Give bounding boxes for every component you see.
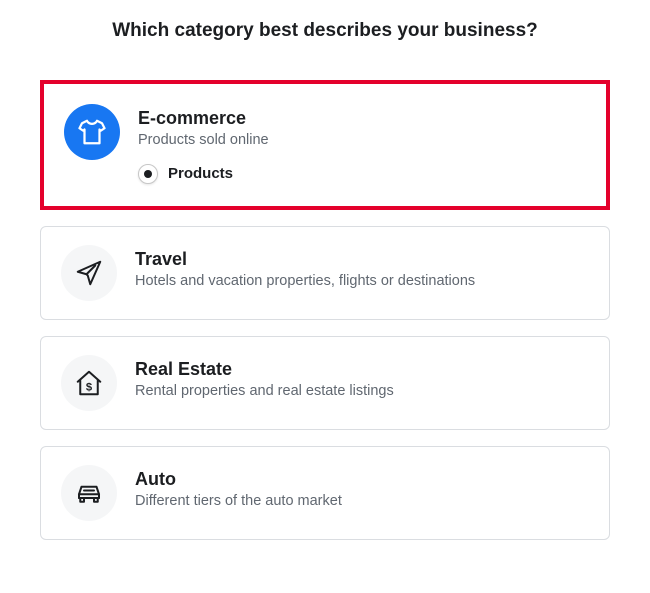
category-desc: Rental properties and real estate listin…	[135, 382, 589, 401]
category-card-ecommerce[interactable]: E-commerce Products sold online Products	[40, 80, 610, 210]
subcategory-label: Products	[168, 165, 233, 182]
category-card-travel[interactable]: Travel Hotels and vacation properties, f…	[40, 226, 610, 320]
category-title: Travel	[135, 249, 589, 270]
category-body: Real Estate Rental properties and real e…	[135, 355, 589, 401]
category-body: Travel Hotels and vacation properties, f…	[135, 245, 589, 291]
category-card-auto[interactable]: Auto Different tiers of the auto market	[40, 446, 610, 540]
tshirt-icon	[64, 104, 120, 160]
category-body: E-commerce Products sold online Products	[138, 104, 586, 184]
category-title: E-commerce	[138, 108, 586, 129]
category-list: E-commerce Products sold online Products…	[40, 80, 610, 540]
category-body: Auto Different tiers of the auto market	[135, 465, 589, 511]
airplane-icon	[61, 245, 117, 301]
category-card-realestate[interactable]: $ Real Estate Rental properties and real…	[40, 336, 610, 430]
category-title: Real Estate	[135, 359, 589, 380]
radio-selected-icon	[138, 164, 158, 184]
category-desc: Different tiers of the auto market	[135, 492, 589, 511]
house-dollar-icon: $	[61, 355, 117, 411]
subcategory-option-products[interactable]: Products	[138, 164, 586, 184]
svg-text:$: $	[86, 381, 93, 393]
category-desc: Products sold online	[138, 131, 586, 150]
car-icon	[61, 465, 117, 521]
category-desc: Hotels and vacation properties, flights …	[135, 272, 589, 291]
category-title: Auto	[135, 469, 589, 490]
page-title: Which category best describes your busin…	[112, 20, 538, 42]
